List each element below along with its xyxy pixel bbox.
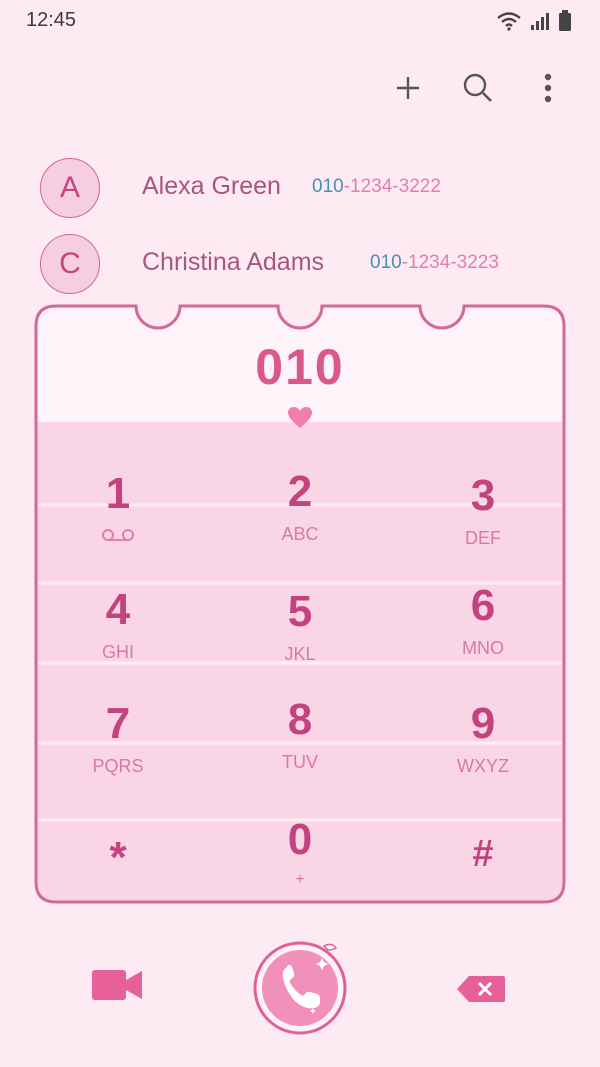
key-digit: 9 — [470, 699, 496, 748]
dial-key-hash[interactable]: # — [395, 832, 571, 876]
key-letters: MNO — [462, 638, 504, 658]
key-digit: # — [472, 833, 494, 875]
dial-key-8[interactable]: 8 TUV — [212, 695, 388, 773]
key-letters: JKL — [284, 644, 316, 664]
dial-key-5[interactable]: 5 JKL — [212, 587, 388, 665]
key-digit: * — [109, 833, 127, 882]
video-call-icon — [92, 970, 142, 1000]
key-digit: 1 — [105, 469, 131, 518]
video-call-button[interactable] — [90, 968, 144, 1007]
key-plus: + — [295, 871, 305, 888]
entered-number: 010 — [255, 339, 345, 395]
key-letters: WXYZ — [457, 756, 509, 776]
backspace-button[interactable] — [455, 974, 507, 1009]
key-letters: TUV — [282, 752, 318, 772]
call-button[interactable] — [252, 940, 348, 1036]
key-digit: 3 — [470, 471, 496, 520]
key-digit: 8 — [287, 695, 313, 744]
voicemail-icon — [30, 526, 206, 546]
dial-key-7[interactable]: 7 PQRS — [30, 699, 206, 777]
key-digit: 7 — [105, 699, 131, 748]
dial-key-4[interactable]: 4 GHI — [30, 585, 206, 663]
key-letters: DEF — [465, 528, 501, 548]
dial-key-0[interactable]: 0 + — [212, 818, 388, 890]
bottom-action-bar — [0, 930, 600, 1050]
backspace-icon — [457, 976, 505, 1002]
key-letters: ABC — [281, 524, 319, 544]
dial-key-1[interactable]: 1 — [30, 472, 206, 546]
key-digit: 6 — [470, 581, 496, 630]
key-digit: 2 — [287, 467, 313, 516]
dial-key-9[interactable]: 9 WXYZ — [395, 699, 571, 777]
key-digit: 0 — [287, 815, 313, 864]
dial-key-2[interactable]: 2 ABC — [212, 467, 388, 545]
key-letters: GHI — [101, 642, 134, 662]
key-digit: 5 — [287, 587, 313, 636]
key-letters: PQRS — [92, 756, 144, 776]
dial-key-3[interactable]: 3 DEF — [395, 471, 571, 549]
dial-key-6[interactable]: 6 MNO — [395, 581, 571, 659]
key-digit: 4 — [105, 585, 131, 634]
heart-icon — [288, 407, 312, 428]
dial-key-star[interactable]: * — [30, 836, 206, 880]
phone-icon — [253, 941, 347, 1035]
